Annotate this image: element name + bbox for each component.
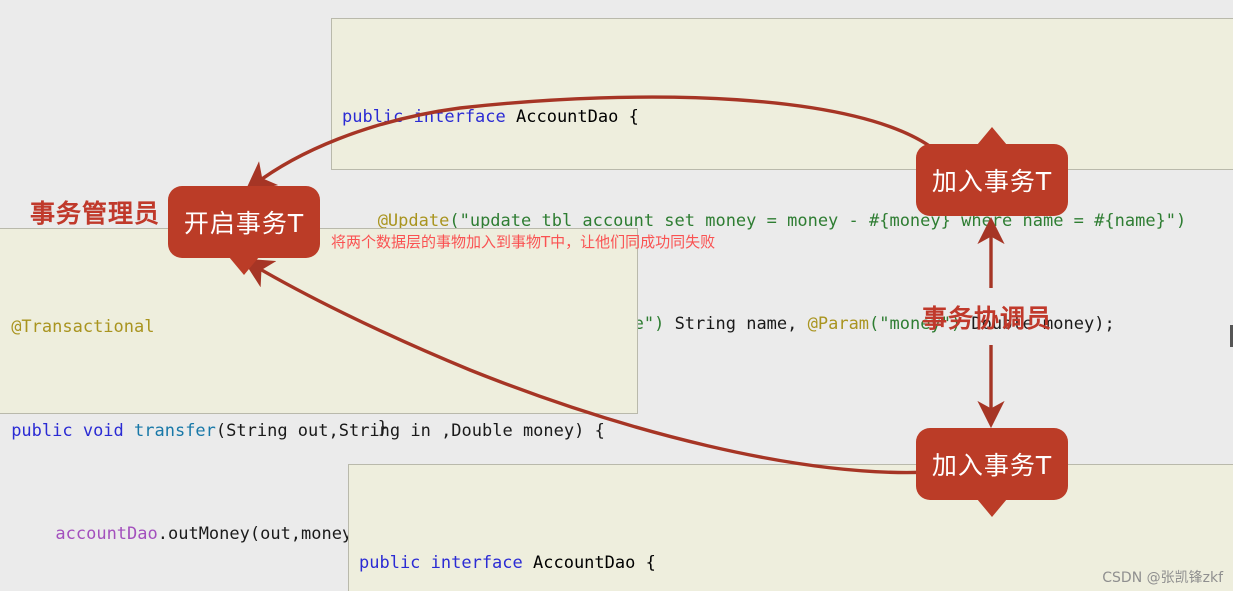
code-token-paren: ) — [1176, 210, 1187, 231]
watermark-text: CSDN @张凯锋zkf — [1102, 570, 1223, 586]
bubble-join-transaction-top-label: 加入事务T — [931, 167, 1053, 196]
bubble-join-transaction-bottom-label: 加入事务T — [931, 451, 1053, 480]
code-line: public void transfer(String out,String i… — [1, 414, 637, 449]
code-token-field: accountDao — [55, 524, 158, 544]
code-block-transfer-service: @Transactional public void transfer(Stri… — [0, 228, 638, 544]
code-token-keyword: public void — [11, 420, 135, 441]
code-token-annotation: @Param — [807, 314, 870, 334]
label-transaction-coordinator: 事务协调员 — [922, 304, 1053, 333]
bubble-tail-icon — [977, 127, 1007, 145]
code-token-param: String name, — [664, 314, 808, 334]
code-token-type: AccountDao { — [522, 553, 656, 573]
code-line: public interface AccountDao { — [342, 100, 1233, 135]
code-token-call: .outMoney(out,money); — [157, 524, 373, 544]
code-block-account-dao-in-money: public interface AccountDao { @Update("u… — [348, 464, 1233, 591]
code-block-account-dao-out-money: public interface AccountDao { @Update("u… — [331, 18, 1233, 438]
code-token-method: transfer — [134, 420, 216, 441]
bubble-start-transaction-label: 开启事务T — [183, 209, 305, 238]
code-token-annotation: @Transactional — [11, 317, 155, 337]
annotation-text: 将两个数据层的事物加入到事物T中，让他们同成功同失败 — [331, 233, 716, 251]
code-token-type: AccountDao { — [505, 107, 639, 127]
label-transaction-manager: 事务管理员 — [30, 199, 161, 228]
code-token-keyword: public interface — [342, 107, 506, 127]
bubble-start-transaction[interactable]: 开启事务T — [168, 186, 320, 275]
bubble-tail-icon — [229, 257, 259, 275]
diagram-canvas: public interface AccountDao { @Update("u… — [0, 0, 1233, 591]
code-line: @Transactional — [1, 310, 637, 345]
bubble-tail-icon — [977, 499, 1007, 517]
code-token-params: (String out,String in ,Double money) { — [215, 420, 605, 441]
code-token-keyword: public interface — [359, 553, 523, 573]
bubble-join-transaction-bottom[interactable]: 加入事务T — [916, 428, 1068, 517]
bubble-join-transaction-top[interactable]: 加入事务T — [916, 127, 1068, 216]
